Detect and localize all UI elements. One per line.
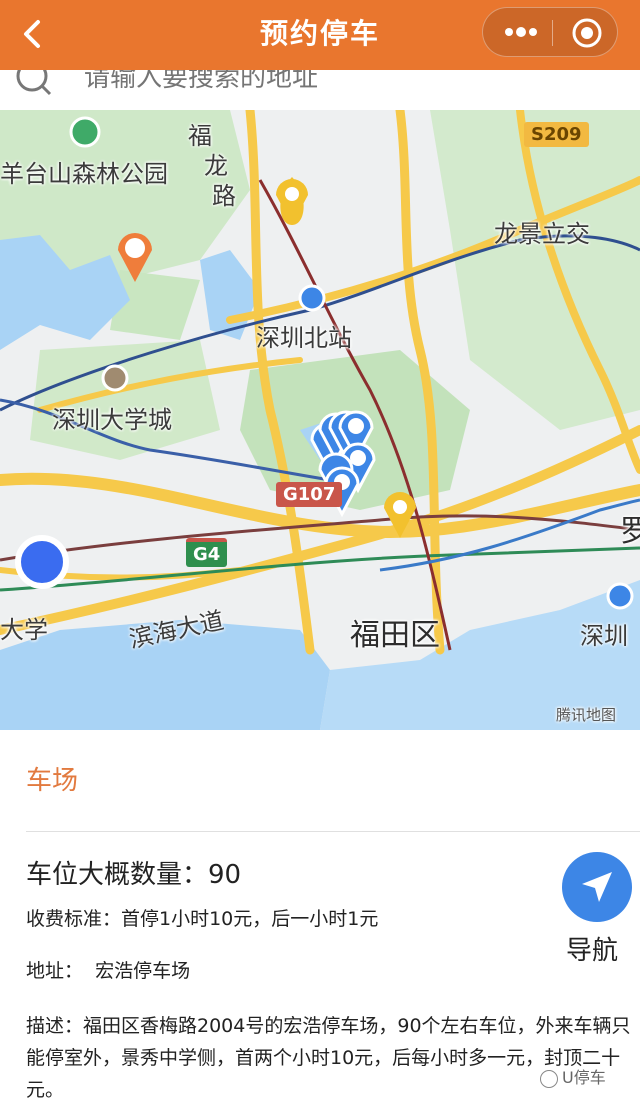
current-location-dot xyxy=(15,535,69,589)
map-label-xue: 大学 xyxy=(0,616,48,644)
map-label-park: 羊台山森林公园 xyxy=(0,160,168,188)
spot-count-label: 车位大概数量： xyxy=(26,860,209,890)
spot-count-value: 90 xyxy=(208,860,242,890)
address-value: 宏浩停车场 xyxy=(95,960,191,982)
map-label-longjing: 龙景立交 xyxy=(494,220,590,248)
section-title: 车场 xyxy=(26,766,79,796)
spot-count: 车位大概数量：90 xyxy=(26,854,241,891)
close-button[interactable] xyxy=(571,17,603,49)
map-label-shenzhen: 深圳 xyxy=(580,622,628,650)
divider xyxy=(26,831,640,832)
map-label-g107: G107 xyxy=(276,482,343,507)
search-bar xyxy=(0,70,640,110)
map-label-futian: 福田区 xyxy=(350,618,440,653)
navigation-arrow-icon xyxy=(582,872,612,902)
watermark: U停车 xyxy=(540,1064,606,1088)
map-view[interactable]: 羊台山森林公园 福 龙 路 S209 龙景立交 深圳北站 深圳大学城 G107 … xyxy=(0,110,640,730)
map-label-fulong: 路 xyxy=(212,182,236,210)
fee-standard: 收费标准：首停1小时10元，后一小时1元 xyxy=(26,908,379,930)
target-circle-icon xyxy=(572,18,602,48)
miniprogram-capsule xyxy=(482,7,618,57)
more-button[interactable] xyxy=(501,22,541,42)
top-bar: 预约停车 xyxy=(0,0,640,70)
map-label-s209: S209 xyxy=(524,122,589,147)
map-label-luo: 罗 xyxy=(620,514,640,549)
map-attribution: 腾讯地图 xyxy=(556,706,617,724)
map-label-g4: G4 xyxy=(186,538,228,567)
map-label-north-station: 深圳北站 xyxy=(256,324,352,352)
watermark-text: U停车 xyxy=(562,1068,606,1087)
more-dots-icon xyxy=(505,27,537,37)
search-icon xyxy=(16,70,52,96)
navigate-label[interactable]: 导航 xyxy=(566,930,618,967)
navigate-button[interactable] xyxy=(562,852,632,922)
capsule-divider xyxy=(552,20,553,46)
description: 描述：福田区香梅路2004号的宏浩停车场，90个左右车位，外来车辆只能停室外，景… xyxy=(26,1015,631,1101)
wechat-official-icon xyxy=(540,1069,558,1088)
address-label: 地址： xyxy=(26,960,84,982)
search-input[interactable] xyxy=(84,70,604,100)
map-label-university-town: 深圳大学城 xyxy=(52,406,172,434)
address: 地址： 宏浩停车场 xyxy=(26,956,190,983)
